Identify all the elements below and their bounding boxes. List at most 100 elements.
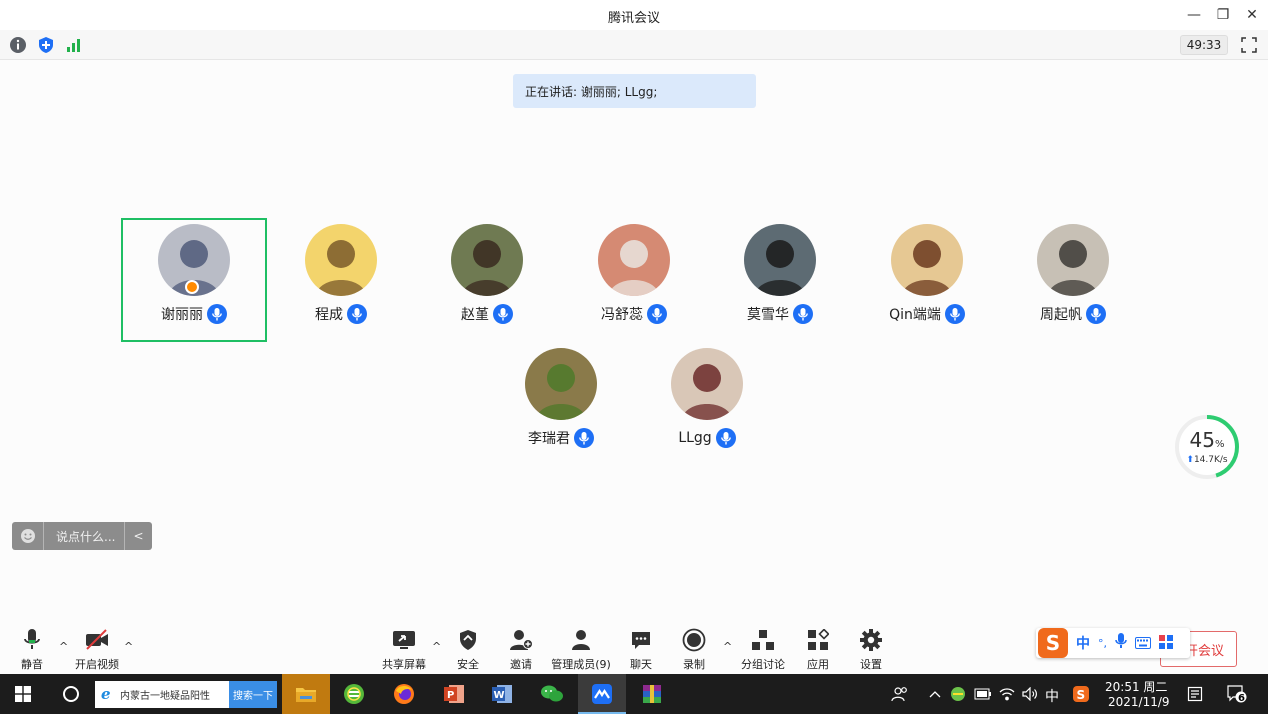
firefox-icon[interactable] [380, 674, 428, 714]
add-person-icon [508, 628, 534, 652]
settings-button[interactable]: 设置 [856, 628, 886, 672]
participant-tile[interactable]: 李瑞君 [488, 342, 634, 466]
collapse-chat-button[interactable]: < [124, 522, 152, 550]
search-button[interactable]: 搜索一下 [229, 681, 277, 708]
shield-icon[interactable] [37, 36, 55, 54]
grid-icon[interactable] [1159, 634, 1173, 653]
avatar[interactable] [671, 348, 743, 420]
microphone-icon [793, 304, 813, 324]
winrar-icon[interactable] [628, 674, 676, 714]
people-icon[interactable] [888, 674, 912, 714]
participant-tile[interactable]: 赵堇 [414, 218, 560, 342]
tray-overflow-icon[interactable] [926, 674, 944, 714]
start-video-button[interactable]: 开启视频 [72, 628, 122, 672]
gear-icon [858, 628, 884, 652]
breakout-rooms-button[interactable]: 分组讨论 [740, 628, 786, 672]
taskbar-time[interactable]: 20:51 周二 [1105, 678, 1167, 695]
participant-name-row: 莫雪华 [707, 304, 853, 324]
participant-name: 周起帆 [1040, 307, 1082, 323]
share-screen-button[interactable]: 共享屏幕 [380, 628, 428, 672]
participant-name: 赵堇 [461, 307, 489, 323]
ime-toolbar[interactable]: S 中 °, [1036, 628, 1190, 658]
participant-tile[interactable]: LLgg [634, 342, 780, 466]
keyboard-icon[interactable] [1135, 634, 1151, 653]
apps-icon [805, 628, 831, 652]
participant-tile[interactable]: 谢丽丽 [121, 218, 267, 342]
participant-name: 谢丽丽 [161, 307, 203, 323]
members-icon [568, 628, 594, 652]
tencent-meeting-icon[interactable] [578, 674, 626, 714]
avatar[interactable] [1037, 224, 1109, 296]
microphone-icon [347, 304, 367, 324]
apps-button[interactable]: 应用 [803, 628, 833, 672]
windows-start-icon[interactable] [0, 674, 46, 714]
avatar[interactable] [451, 224, 523, 296]
video-options-caret[interactable]: ^ [124, 640, 133, 653]
share-options-caret[interactable]: ^ [432, 640, 441, 653]
participant-tile[interactable]: 周起帆 [1000, 218, 1146, 342]
participant-name-row: 冯舒蕊 [561, 304, 707, 324]
notification-center-icon[interactable]: 6 [1222, 674, 1252, 714]
word-icon[interactable]: W [478, 674, 526, 714]
fullscreen-icon[interactable] [1240, 36, 1258, 54]
invite-button[interactable]: 邀请 [505, 628, 537, 672]
cortana-icon[interactable] [48, 674, 94, 714]
close-button[interactable]: ✕ [1240, 5, 1264, 25]
restore-button[interactable]: ❐ [1211, 5, 1235, 25]
microphone-icon [19, 628, 45, 652]
svg-text:S: S [1077, 688, 1086, 702]
avatar[interactable] [891, 224, 963, 296]
microphone-icon [944, 304, 965, 324]
participant-name-row: 谢丽丽 [123, 304, 265, 324]
svg-text:e: e [101, 685, 111, 701]
members-label: 管理成员(9) [551, 658, 611, 671]
participant-name: 李瑞君 [528, 431, 570, 447]
audio-options-caret[interactable]: ^ [59, 640, 68, 653]
wifi-icon[interactable] [996, 674, 1018, 714]
minimize-button[interactable]: — [1182, 5, 1206, 25]
share-label: 共享屏幕 [382, 658, 426, 671]
sogou-tray-icon[interactable]: S [1070, 674, 1092, 714]
battery-icon[interactable] [972, 674, 994, 714]
security-button[interactable]: 安全 [452, 628, 484, 672]
upload-speed: ⬆14.7K/s [1186, 455, 1228, 465]
participant-tile[interactable]: 冯舒蕊 [561, 218, 707, 342]
mute-button[interactable]: 静音 [18, 628, 46, 672]
window-title: 腾讯会议 [607, 11, 660, 26]
wechat-icon[interactable] [528, 674, 576, 714]
avatar[interactable] [305, 224, 377, 296]
record-button[interactable]: 录制 [678, 628, 710, 672]
participant-tile[interactable]: 莫雪华 [707, 218, 853, 342]
sogou-logo-icon[interactable]: S [1038, 628, 1068, 658]
taskbar-date[interactable]: 2021/11/9 [1108, 695, 1170, 709]
participant-name-row: 程成 [268, 304, 414, 324]
taskbar-search-box[interactable]: e 内蒙古一地疑品阳性 搜索一下 [95, 681, 277, 708]
volume-icon[interactable] [1019, 674, 1041, 714]
windows-taskbar: e 内蒙古一地疑品阳性 搜索一下 P W 中 S 20:51 周二 2021/1… [0, 674, 1268, 714]
powerpoint-icon[interactable]: P [430, 674, 478, 714]
manage-members-button[interactable]: 管理成员(9) [550, 628, 612, 672]
ime-mode[interactable]: 中 [1076, 633, 1090, 653]
record-label: 录制 [683, 658, 705, 671]
chat-input[interactable]: 说点什么... < [12, 522, 152, 550]
emoji-icon[interactable] [12, 522, 44, 550]
file-explorer-icon[interactable] [282, 674, 330, 714]
notes-icon[interactable] [1182, 674, 1208, 714]
participant-name-row: 周起帆 [1000, 304, 1146, 324]
signal-icon[interactable] [65, 36, 83, 54]
microphone-icon[interactable] [1115, 633, 1127, 653]
avatar[interactable] [598, 224, 670, 296]
ime-punctuation[interactable]: °, [1098, 637, 1107, 650]
invite-label: 邀请 [510, 658, 532, 671]
chat-button[interactable]: 聊天 [625, 628, 657, 672]
browser-360-icon[interactable] [330, 674, 378, 714]
taskbar-ime-indicator[interactable]: 中 [1045, 686, 1059, 706]
avatar[interactable] [744, 224, 816, 296]
microphone-icon [574, 428, 594, 448]
participant-tile[interactable]: 程成 [268, 218, 414, 342]
avatar[interactable] [525, 348, 597, 420]
participant-tile[interactable]: Qin端端 [854, 218, 1000, 342]
record-options-caret[interactable]: ^ [723, 640, 732, 653]
info-icon[interactable] [9, 36, 27, 54]
tray-360-icon[interactable] [948, 674, 968, 714]
